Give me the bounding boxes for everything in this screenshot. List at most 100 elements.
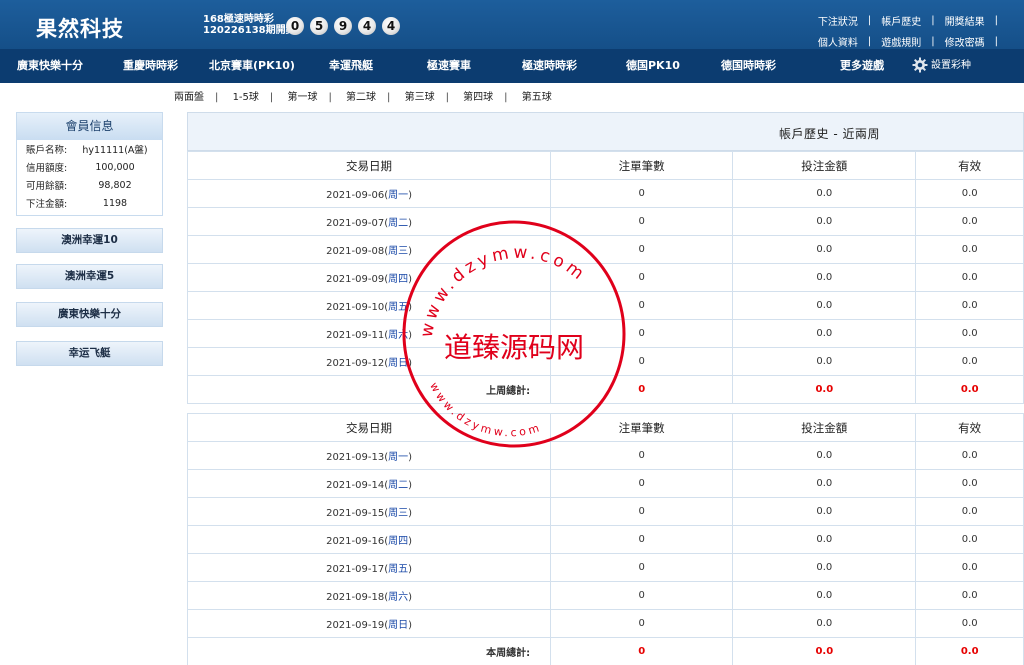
top-header: 果然科技 168極速時時彩 120226138期開獎: 0 5 9 4 4 下注… (0, 0, 1024, 49)
amount-cell: 0.0 (732, 553, 917, 582)
nav-gd-happy10[interactable]: 廣東快樂十分 (17, 49, 83, 83)
subnav-ball-4[interactable]: 第四球 (463, 92, 493, 103)
nav-more-games[interactable]: 更多遊戲 (840, 49, 884, 83)
result-ball: 9 (334, 17, 352, 35)
subnav-ball-3[interactable]: 第三球 (405, 92, 435, 103)
count-cell: 0 (550, 525, 734, 554)
count-cell: 0 (550, 441, 734, 470)
amount-cell: 0.0 (732, 347, 917, 376)
link-draw-results[interactable]: 開獎結果 (935, 13, 995, 28)
count-cell: 0 (550, 207, 734, 236)
subnav-ball-5[interactable]: 第五球 (522, 92, 552, 103)
weekday-link[interactable]: 周日 (388, 358, 408, 369)
table-row: 2021-09-11(周六) 0 0.0 0.0 (186, 319, 1024, 348)
count-cell: 0 (550, 263, 734, 292)
valid-cell: 0.0 (915, 207, 1024, 236)
valid-cell: 0.0 (915, 469, 1024, 498)
nav-de-ssc[interactable]: 德国時時彩 (721, 49, 776, 83)
count-cell: 0 (550, 347, 734, 376)
table-row: 2021-09-16(周四) 0 0.0 0.0 (186, 525, 1024, 554)
subnav-1-5-balls[interactable]: 1-5球 (233, 92, 259, 103)
side-btn-au-lucky5[interactable]: 澳洲幸運5 (16, 264, 163, 289)
subnav-two-sides[interactable]: 兩面盤 (174, 92, 204, 103)
side-btn-au-lucky10[interactable]: 澳洲幸運10 (16, 228, 163, 253)
total-row: 本周總計: 0 0.0 0.0 (186, 637, 1024, 665)
member-label: 信用額度: (26, 163, 68, 174)
total-amount: 0.0 (732, 637, 917, 665)
side-btn-gd-happy10[interactable]: 廣東快樂十分 (16, 302, 163, 327)
total-valid: 0.0 (915, 375, 1024, 404)
member-value: 1198 (102, 197, 128, 209)
weekday-link[interactable]: 周六 (388, 330, 408, 341)
table-row: 2021-09-06(周一) 0 0.0 0.0 (186, 179, 1024, 208)
date-cell: 2021-09-10(周五) (186, 291, 552, 320)
nav-de-pk10[interactable]: 德国PK10 (626, 49, 680, 83)
total-valid: 0.0 (915, 637, 1024, 665)
weekday-link[interactable]: 周一 (388, 190, 408, 201)
weekday-link[interactable]: 周日 (388, 620, 408, 631)
weekday-link[interactable]: 周三 (388, 246, 408, 257)
valid-cell: 0.0 (915, 263, 1024, 292)
date-cell: 2021-09-07(周二) (186, 207, 552, 236)
weekday-link[interactable]: 周二 (388, 218, 408, 229)
table-row: 2021-09-09(周四) 0 0.0 0.0 (186, 263, 1024, 292)
weekday-link[interactable]: 周五 (388, 564, 408, 575)
count-cell: 0 (550, 291, 734, 320)
member-label: 下注金額: (26, 199, 68, 210)
table-row: 2021-09-19(周日) 0 0.0 0.0 (186, 609, 1024, 638)
nav-cq-ssc[interactable]: 重慶時時彩 (123, 49, 178, 83)
amount-cell: 0.0 (732, 497, 917, 526)
link-profile[interactable]: 個人資料 (808, 34, 868, 49)
settings-button[interactable]: 設置彩种 (912, 49, 971, 83)
valid-cell: 0.0 (915, 291, 1024, 320)
valid-cell: 0.0 (915, 179, 1024, 208)
weekday-link[interactable]: 周六 (388, 592, 408, 603)
nav-speed-racing[interactable]: 極速賽車 (427, 49, 471, 83)
total-row: 上周總計: 0 0.0 0.0 (186, 375, 1024, 404)
date-cell: 2021-09-18(周六) (186, 581, 552, 610)
table-row: 2021-09-15(周三) 0 0.0 0.0 (186, 497, 1024, 526)
link-game-rules[interactable]: 遊戲規則 (871, 34, 931, 49)
count-cell: 0 (550, 179, 734, 208)
valid-cell: 0.0 (915, 525, 1024, 554)
count-cell: 0 (550, 497, 734, 526)
weekday-link[interactable]: 周一 (388, 452, 408, 463)
date-cell: 2021-09-13(周一) (186, 441, 552, 470)
amount-cell: 0.0 (732, 609, 917, 638)
subnav-ball-1[interactable]: 第一球 (287, 92, 317, 103)
link-account-history[interactable]: 帳戶歷史 (871, 13, 931, 28)
amount-cell: 0.0 (732, 179, 917, 208)
result-ball: 4 (382, 17, 400, 35)
weekday-link[interactable]: 周四 (388, 536, 408, 547)
table-row: 2021-09-14(周二) 0 0.0 0.0 (186, 469, 1024, 498)
valid-cell: 0.0 (915, 553, 1024, 582)
weekday-link[interactable]: 周三 (388, 508, 408, 519)
date-cell: 2021-09-12(周日) (186, 347, 552, 376)
total-label: 上周總計: (186, 375, 552, 404)
amount-cell: 0.0 (732, 207, 917, 236)
member-value: 100,000 (95, 161, 135, 173)
amount-cell: 0.0 (732, 525, 917, 554)
weekday-link[interactable]: 周二 (388, 480, 408, 491)
nav-lucky-airship[interactable]: 幸運飛艇 (329, 49, 373, 83)
weekday-link[interactable]: 周四 (388, 274, 408, 285)
date-cell: 2021-09-06(周一) (186, 179, 552, 208)
valid-cell: 0.0 (915, 319, 1024, 348)
nav-speed-ssc[interactable]: 極速時時彩 (522, 49, 577, 83)
col-header-amount: 投注金額 (732, 413, 917, 442)
table-header-row: 交易日期 注單筆數 投注金額 有效 (186, 413, 1024, 442)
total-count: 0 (550, 375, 734, 404)
side-btn-lucky-airship[interactable]: 幸运飞艇 (16, 341, 163, 366)
valid-cell: 0.0 (915, 347, 1024, 376)
count-cell: 0 (550, 581, 734, 610)
link-bet-status[interactable]: 下注狀況 (808, 13, 868, 28)
link-change-password[interactable]: 修改密碼 (935, 34, 995, 49)
total-amount: 0.0 (732, 375, 917, 404)
nav-bj-pk10[interactable]: 北京賽車(PK10) (209, 49, 295, 83)
col-header-valid: 有效 (915, 413, 1024, 442)
date-cell: 2021-09-19(周日) (186, 609, 552, 638)
table-row: 2021-09-07(周二) 0 0.0 0.0 (186, 207, 1024, 236)
subnav-ball-2[interactable]: 第二球 (346, 92, 376, 103)
member-row-credit: 信用額度: 100,000 (17, 158, 162, 176)
weekday-link[interactable]: 周五 (388, 302, 408, 313)
